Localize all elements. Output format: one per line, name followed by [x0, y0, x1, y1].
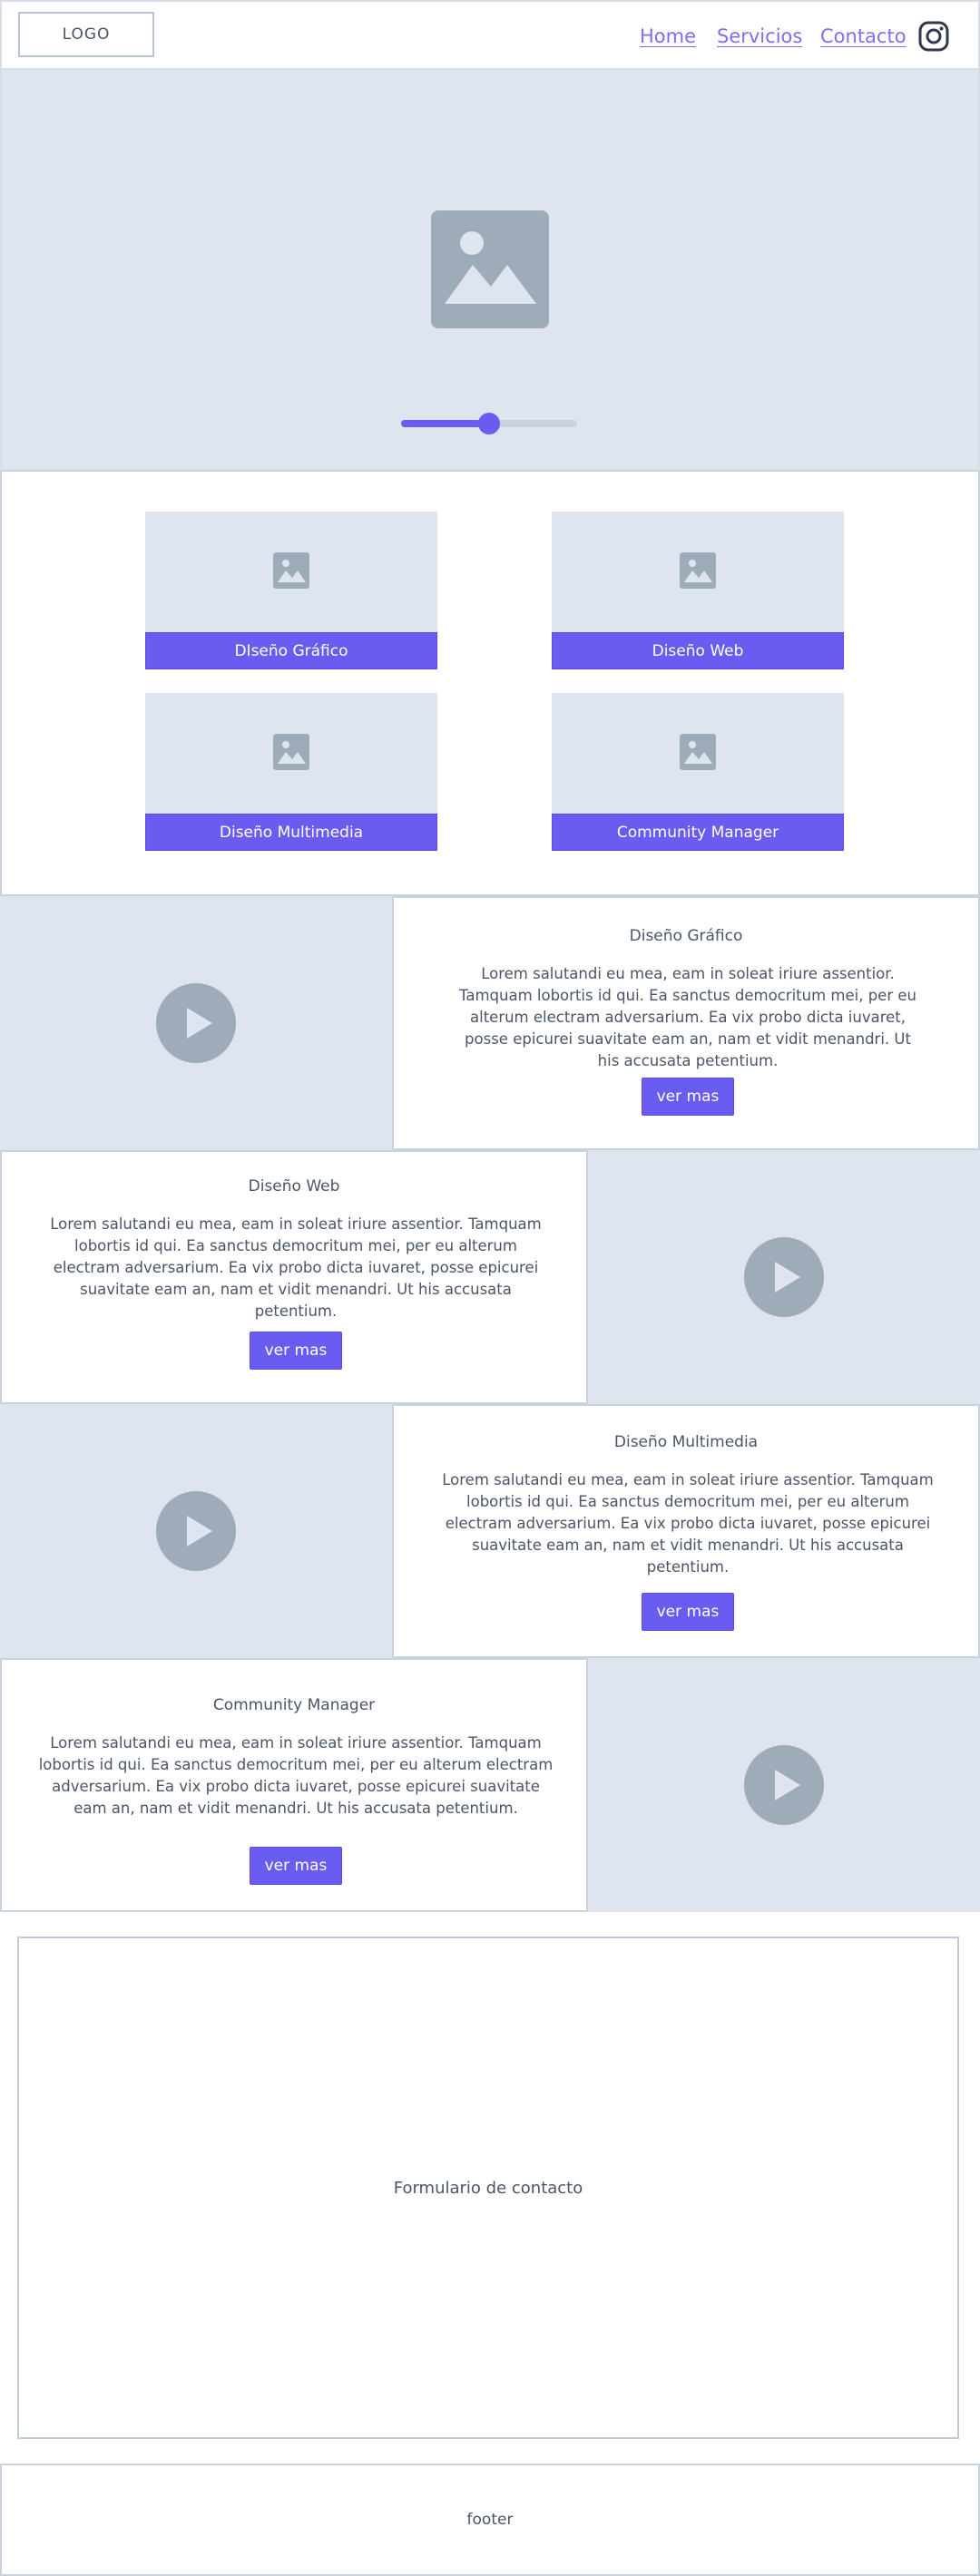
feature-description: Lorem salutandi eu mea, eam in soleat ir…: [442, 1471, 934, 1576]
service-card-diseno-multimedia: Diseño Multimedia: [145, 693, 437, 851]
service-button-diseno-grafico[interactable]: DIseño Gráfico: [145, 632, 437, 669]
play-icon[interactable]: [156, 983, 236, 1063]
feature-description: Lorem salutandi eu mea, eam in soleat ir…: [38, 1734, 554, 1817]
feature-title: Community Manager: [212, 1696, 376, 1714]
image-placeholder-icon: [273, 734, 309, 770]
feature-text-community-manager: Community Manager Lorem salutandi eu mea…: [0, 1658, 588, 1912]
image-placeholder-icon: [273, 552, 309, 589]
service-card-diseno-grafico: DIseño Gráfico: [145, 512, 437, 669]
site-footer: footer: [0, 2464, 980, 2576]
video-panel-diseno-web: [588, 1150, 980, 1404]
feature-text-diseno-multimedia: Diseño Multimedia Lorem salutandi eu mea…: [392, 1404, 980, 1658]
feature-title: Diseño Web: [248, 1177, 340, 1195]
feature-description: Lorem salutandi eu mea, eam in soleat ir…: [50, 1215, 542, 1320]
site-header: LOGO Home Servicios Contacto: [0, 0, 980, 70]
ver-mas-button[interactable]: ver mas: [250, 1847, 342, 1885]
feature-description: Lorem salutandi eu mea, eam in soleat ir…: [459, 965, 916, 1069]
video-panel-diseno-multimedia: [0, 1404, 392, 1658]
video-panel-diseno-grafico: [0, 896, 392, 1150]
service-button-community-manager[interactable]: Community Manager: [552, 814, 844, 851]
ver-mas-button[interactable]: ver mas: [250, 1332, 342, 1370]
hero-slider-fill: [401, 420, 489, 427]
logo[interactable]: LOGO: [18, 12, 154, 57]
ver-mas-button[interactable]: ver mas: [642, 1078, 734, 1116]
feature-text-diseno-web: Diseño Web Lorem salutandi eu mea, eam i…: [0, 1150, 588, 1404]
nav-link-servicios[interactable]: Servicios: [717, 25, 802, 47]
contact-form-placeholder[interactable]: Formulario de contacto: [17, 1937, 959, 2439]
instagram-icon[interactable]: [918, 21, 949, 52]
image-placeholder-icon: [680, 552, 716, 589]
play-icon[interactable]: [744, 1237, 824, 1317]
feature-title: Diseño Multimedia: [613, 1433, 759, 1451]
service-card-diseno-web: Diseño Web: [552, 512, 844, 669]
service-button-diseno-multimedia[interactable]: Diseño Multimedia: [145, 814, 437, 851]
nav-link-contacto[interactable]: Contacto: [820, 25, 906, 47]
nav-link-home[interactable]: Home: [640, 25, 696, 47]
play-icon[interactable]: [744, 1745, 824, 1825]
service-card-community-manager: Community Manager: [552, 693, 844, 851]
feature-title: Diseño Gráfico: [629, 927, 743, 945]
service-button-diseno-web[interactable]: Diseño Web: [552, 632, 844, 669]
play-icon[interactable]: [156, 1491, 236, 1571]
footer-label: footer: [466, 2511, 514, 2529]
video-panel-community-manager: [588, 1658, 980, 1912]
hero-slider-thumb[interactable]: [478, 413, 500, 434]
image-placeholder-icon: [431, 210, 549, 328]
feature-text-diseno-grafico: Diseño Gráfico Lorem salutandi eu mea, e…: [392, 896, 980, 1150]
ver-mas-button[interactable]: ver mas: [642, 1593, 734, 1631]
contact-form-label: Formulario de contacto: [393, 2178, 583, 2198]
image-placeholder-icon: [680, 734, 716, 770]
